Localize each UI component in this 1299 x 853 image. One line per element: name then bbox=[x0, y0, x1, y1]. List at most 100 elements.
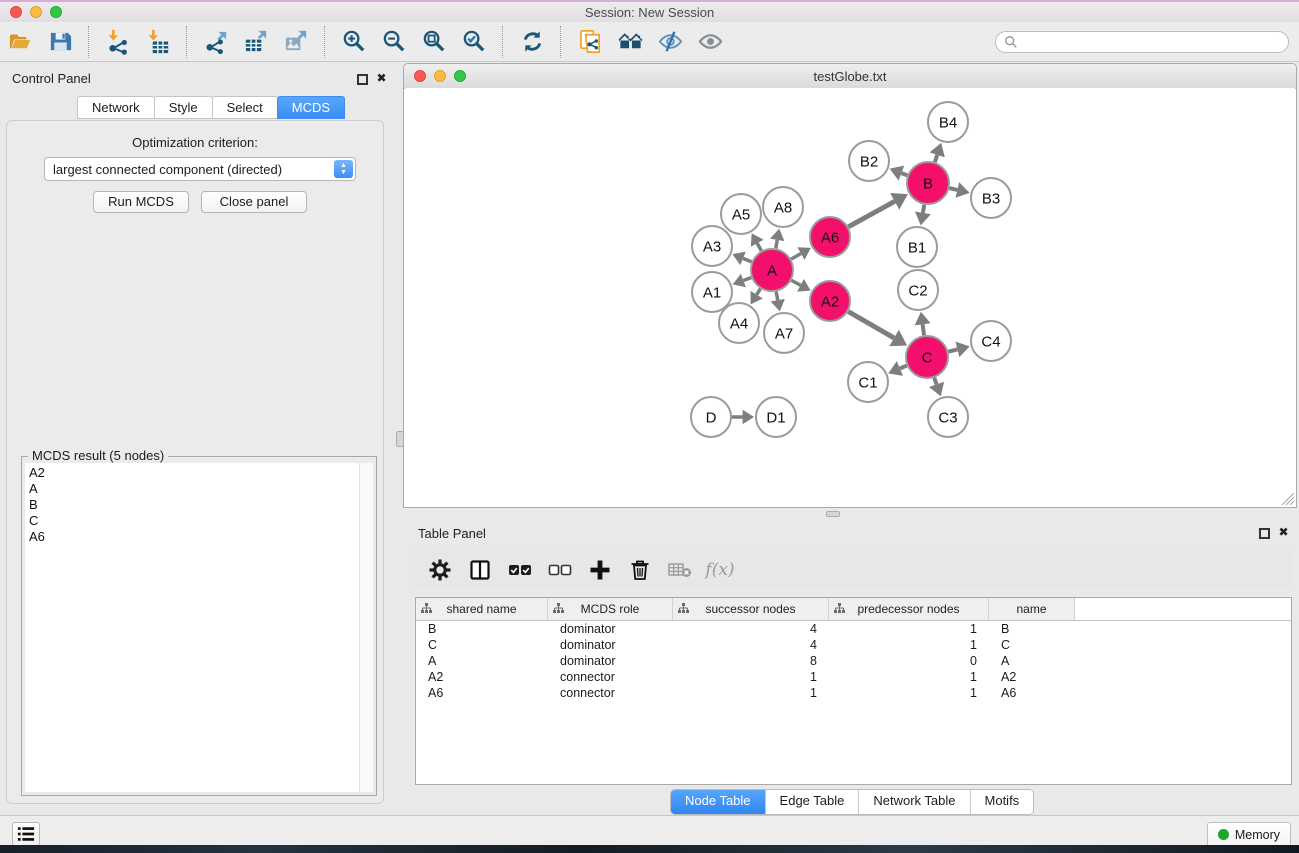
edge-A-A7[interactable] bbox=[776, 292, 778, 301]
zoom-fit-button[interactable] bbox=[414, 24, 454, 60]
table-cell[interactable]: 8 bbox=[673, 654, 829, 668]
control-panel-close-button[interactable]: ✖ bbox=[375, 72, 388, 85]
table-cell[interactable]: C bbox=[989, 638, 1075, 652]
column-header-predecessor-nodes[interactable]: predecessor nodes bbox=[829, 598, 989, 620]
close-panel-button[interactable]: Close panel bbox=[201, 191, 307, 213]
hide-panels-button[interactable] bbox=[650, 24, 690, 60]
network-maximize-button[interactable] bbox=[454, 70, 466, 82]
control-tab-network[interactable]: Network bbox=[77, 96, 155, 119]
minimize-window-button[interactable] bbox=[30, 6, 42, 18]
table-row[interactable]: A2connector11A2 bbox=[416, 669, 1291, 685]
mcds-result-item[interactable]: C bbox=[29, 513, 360, 529]
show-panels-button[interactable] bbox=[690, 24, 730, 60]
column-visibility-button[interactable] bbox=[467, 557, 493, 583]
window-resize-grip[interactable] bbox=[1280, 493, 1294, 505]
network-window-titlebar[interactable]: testGlobe.txt bbox=[404, 64, 1296, 89]
table-cell[interactable]: 1 bbox=[829, 622, 989, 636]
mcds-result-item[interactable]: A2 bbox=[29, 465, 360, 481]
edge-B-B4[interactable] bbox=[935, 155, 937, 162]
run-mcds-button[interactable]: Run MCDS bbox=[93, 191, 189, 213]
network-minimize-button[interactable] bbox=[434, 70, 446, 82]
import-network-button[interactable] bbox=[98, 24, 138, 60]
control-tab-mcds[interactable]: MCDS bbox=[277, 96, 345, 119]
edge-A-A6[interactable] bbox=[791, 254, 801, 260]
table-cell[interactable]: A bbox=[989, 654, 1075, 668]
home-overview-button[interactable] bbox=[610, 24, 650, 60]
edge-A-A1[interactable] bbox=[743, 278, 751, 281]
table-cell[interactable]: B bbox=[989, 622, 1075, 636]
zoom-out-button[interactable] bbox=[374, 24, 414, 60]
control-panel-float-button[interactable] bbox=[357, 74, 368, 85]
table-cell[interactable]: dominator bbox=[548, 622, 673, 636]
edge-A2-C[interactable] bbox=[848, 311, 894, 338]
table-cell[interactable]: dominator bbox=[548, 638, 673, 652]
column-header-successor-nodes[interactable]: successor nodes bbox=[673, 598, 829, 620]
network-close-button[interactable] bbox=[414, 70, 426, 82]
node-table[interactable]: shared nameMCDS rolesuccessor nodesprede… bbox=[415, 597, 1292, 785]
table-cell[interactable]: B bbox=[416, 622, 548, 636]
task-history-button[interactable] bbox=[12, 822, 40, 846]
edge-C-C3[interactable] bbox=[934, 378, 936, 385]
maximize-window-button[interactable] bbox=[50, 6, 62, 18]
column-header-name[interactable]: name bbox=[989, 598, 1075, 620]
table-row[interactable]: Bdominator41B bbox=[416, 621, 1291, 637]
zoom-in-button[interactable] bbox=[334, 24, 374, 60]
table-cell[interactable]: connector bbox=[548, 686, 673, 700]
edge-A-A4[interactable] bbox=[757, 289, 761, 295]
table-cell[interactable]: 1 bbox=[673, 686, 829, 700]
edge-A6-B[interactable] bbox=[848, 201, 894, 227]
optimization-criterion-dropdown[interactable]: largest connected component (directed) ▲… bbox=[44, 157, 356, 181]
table-cell[interactable]: dominator bbox=[548, 654, 673, 668]
edge-B-B3[interactable] bbox=[949, 188, 957, 190]
table-cell[interactable]: 1 bbox=[829, 670, 989, 684]
edge-C-C2[interactable] bbox=[923, 324, 924, 335]
edge-A-A3[interactable] bbox=[743, 258, 752, 261]
select-all-columns-button[interactable] bbox=[507, 557, 533, 583]
table-panel-float-button[interactable] bbox=[1259, 528, 1270, 539]
table-cell[interactable]: 1 bbox=[829, 638, 989, 652]
table-panel-close-button[interactable]: ✖ bbox=[1277, 526, 1290, 539]
edge-B-B1[interactable] bbox=[923, 205, 924, 213]
control-tab-style[interactable]: Style bbox=[154, 96, 213, 119]
edge-A-A8[interactable] bbox=[776, 240, 777, 248]
table-cell[interactable]: A2 bbox=[416, 670, 548, 684]
search-input[interactable] bbox=[1023, 34, 1280, 50]
table-row[interactable]: Cdominator41C bbox=[416, 637, 1291, 653]
table-cell[interactable]: 4 bbox=[673, 638, 829, 652]
export-network-button[interactable] bbox=[196, 24, 236, 60]
export-table-button[interactable] bbox=[236, 24, 276, 60]
edge-C-C4[interactable] bbox=[948, 349, 957, 351]
table-cell[interactable]: connector bbox=[548, 670, 673, 684]
deselect-all-columns-button[interactable] bbox=[547, 557, 573, 583]
open-session-button[interactable] bbox=[0, 24, 40, 60]
import-table-button[interactable] bbox=[138, 24, 178, 60]
table-settings-button[interactable] bbox=[427, 557, 453, 583]
add-column-button[interactable] bbox=[587, 557, 613, 583]
network-canvas-area[interactable]: AA1A2A3A4A5A6A7A8BB1B2B3B4CC1C2C3C4DD1 bbox=[405, 88, 1295, 506]
table-tab-motifs[interactable]: Motifs bbox=[971, 790, 1034, 814]
table-tab-network-table[interactable]: Network Table bbox=[859, 790, 970, 814]
table-cell[interactable]: 4 bbox=[673, 622, 829, 636]
table-cell[interactable]: A6 bbox=[989, 686, 1075, 700]
edge-B-B2[interactable] bbox=[901, 173, 907, 175]
export-image-button[interactable] bbox=[276, 24, 316, 60]
table-tab-edge-table[interactable]: Edge Table bbox=[766, 790, 860, 814]
refresh-layout-button[interactable] bbox=[512, 24, 552, 60]
table-cell[interactable]: A6 bbox=[416, 686, 548, 700]
search-field[interactable] bbox=[995, 31, 1289, 53]
edge-A-A5[interactable] bbox=[757, 243, 761, 251]
close-window-button[interactable] bbox=[10, 6, 22, 18]
mcds-result-scrollbar[interactable] bbox=[359, 463, 373, 792]
column-header-shared-name[interactable]: shared name bbox=[416, 598, 548, 620]
horizontal-split-handle[interactable] bbox=[826, 511, 840, 517]
mcds-result-list[interactable]: A2ABCA6 bbox=[25, 463, 360, 792]
column-header-MCDS-role[interactable]: MCDS role bbox=[548, 598, 673, 620]
table-cell[interactable]: C bbox=[416, 638, 548, 652]
table-row[interactable]: A6connector11A6 bbox=[416, 685, 1291, 701]
memory-button[interactable]: Memory bbox=[1207, 822, 1291, 847]
table-cell[interactable]: A bbox=[416, 654, 548, 668]
edge-C-C1[interactable] bbox=[900, 366, 907, 369]
zoom-selected-button[interactable] bbox=[454, 24, 494, 60]
mcds-result-item[interactable]: A bbox=[29, 481, 360, 497]
control-tab-select[interactable]: Select bbox=[212, 96, 278, 119]
